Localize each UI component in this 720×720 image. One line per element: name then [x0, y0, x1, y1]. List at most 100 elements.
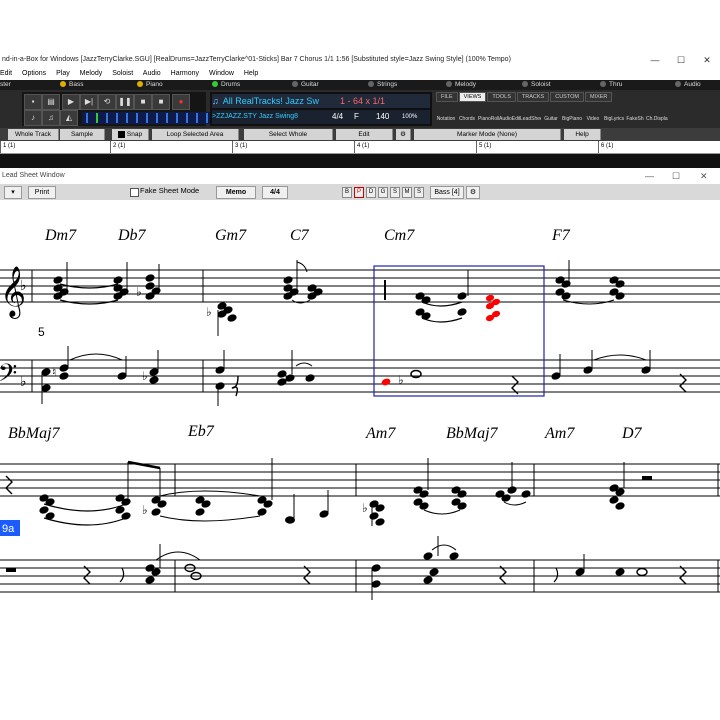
chord-symbol[interactable]: F7 [551, 227, 571, 244]
track-strings[interactable]: Strings [368, 80, 397, 90]
menu-options[interactable]: Options [22, 70, 46, 77]
track-btn-strings[interactable]: S [390, 187, 400, 198]
mic-icon[interactable]: ♪ [24, 110, 42, 126]
track-soloist[interactable]: Soloist [522, 80, 551, 90]
minimize-icon[interactable]: — [642, 52, 668, 68]
track-btn-drums[interactable]: D [366, 187, 376, 198]
play-from-icon[interactable]: ▶| [80, 94, 98, 110]
save-icon[interactable]: ▪ [24, 94, 42, 110]
track-thru[interactable]: Thru [600, 80, 622, 90]
leadsheet-minimize-icon[interactable]: — [645, 168, 654, 184]
menu-melody[interactable]: Melody [80, 70, 103, 77]
track-drums[interactable]: Drums [212, 80, 240, 90]
menu-harmony[interactable]: Harmony [171, 70, 199, 77]
style-line[interactable]: >ZZJAZZ.STY Jazz Swing8 4/4 F 140 100% [212, 110, 430, 124]
metronome-icon[interactable]: ◭ [60, 110, 78, 126]
bigpiano-view-button[interactable]: BigPiano [562, 104, 582, 126]
style-name[interactable]: >ZZJAZZ.STY Jazz Swing8 [212, 113, 298, 120]
chord-symbol[interactable]: Db7 [117, 227, 147, 244]
song-timesig[interactable]: 4/4 [332, 110, 343, 124]
midi-icon[interactable]: ♫ [42, 110, 60, 126]
leadsheet-close-icon[interactable]: ✕ [700, 168, 708, 184]
audioedit-view-button[interactable]: AudioEdit [499, 104, 520, 126]
maximize-icon[interactable]: ☐ [668, 52, 694, 68]
settings-icon[interactable]: ⚙ [396, 129, 411, 140]
snap-button[interactable]: Snap [112, 129, 149, 140]
chord-symbol[interactable]: Am7 [544, 425, 575, 442]
chord-symbol[interactable]: C7 [290, 227, 310, 244]
leadsheet-settings-icon[interactable]: ⚙ [466, 186, 480, 199]
bass-track-selector[interactable]: Bass [4] [430, 186, 464, 199]
leadsheet-maximize-icon[interactable]: ☐ [672, 168, 680, 184]
loop-selected-area-button[interactable]: Loop Selected Area [152, 129, 239, 140]
lead-sheet-score[interactable]: Dm7 Db7 Gm7 C7 Cm7 F7 𝄞 ♭ 5 𝄢 ♭ ♭ ♭ ♮ ♭ … [0, 200, 720, 650]
memo-button[interactable]: Memo [216, 186, 256, 199]
track-btn-melody[interactable]: M [402, 187, 412, 198]
track-guitar[interactable]: Guitar [292, 80, 319, 90]
chord-symbol[interactable]: Am7 [365, 425, 396, 442]
chord-symbol[interactable]: BbMaj7 [8, 425, 61, 442]
chords-view-button[interactable]: Chords [457, 104, 477, 126]
tab-mixer[interactable]: MIXER [584, 92, 613, 102]
pianoroll-view-button[interactable]: PianoRoll [478, 104, 499, 126]
realtracks-label: All RealTracks! Jazz Sw [222, 96, 319, 106]
guitar-view-button[interactable]: Guitar [541, 104, 561, 126]
menu-play[interactable]: Play [56, 70, 70, 77]
tab-tools[interactable]: TOOLS [487, 92, 516, 102]
track-btn-guitar[interactable]: G [378, 187, 388, 198]
leadsheet-view-button[interactable]: LeadSheet [520, 104, 544, 126]
menu-audio[interactable]: Audio [143, 70, 161, 77]
play-icon[interactable]: ▶ [62, 94, 80, 110]
chord-symbol[interactable]: Cm7 [384, 227, 415, 244]
fake-sheet-checkbox[interactable] [130, 188, 139, 197]
print-button[interactable]: Print [28, 186, 56, 199]
tab-file[interactable]: FILE [436, 92, 458, 102]
edit-button[interactable]: Edit [336, 129, 393, 140]
close-icon[interactable]: ✕ [694, 52, 720, 68]
tab-tracks[interactable]: TRACKS [516, 92, 550, 102]
open-icon[interactable]: ▤ [42, 94, 60, 110]
sample-button[interactable]: Sample [60, 129, 105, 140]
song-tempo[interactable]: 140 [376, 110, 389, 124]
tab-custom[interactable]: CUSTOM [550, 92, 584, 102]
song-range[interactable]: 1 - 64 x 1/1 [340, 94, 385, 108]
biglyrics-view-button[interactable]: BigLyrics [604, 104, 624, 126]
tempo-percent[interactable]: 100% [402, 110, 417, 124]
track-piano[interactable]: Piano [137, 80, 163, 90]
track-bass[interactable]: Bass [60, 80, 83, 90]
menu-edit[interactable]: Edit [0, 70, 12, 77]
timeline-ruler[interactable]: 1 (1) 2 (1) 3 (1) 4 (1) 5 (1) 6 (1) [0, 141, 720, 154]
stop-icon[interactable]: ■ [134, 94, 152, 110]
track-btn-piano[interactable]: P [354, 187, 364, 198]
chord-symbol[interactable]: D7 [621, 425, 643, 442]
song-key[interactable]: F [354, 110, 359, 124]
menu-soloist[interactable]: Soloist [112, 70, 133, 77]
chord-symbol[interactable]: Eb7 [187, 423, 215, 440]
fakesheet-view-button[interactable]: FakeSh [625, 104, 645, 126]
track-btn-soloist[interactable]: S [414, 187, 424, 198]
select-whole-button[interactable]: Select Whole [244, 129, 333, 140]
stop-all-icon[interactable]: ■ [152, 94, 170, 110]
timesig-button[interactable]: 4/4 [262, 186, 288, 199]
realtracks-selector[interactable]: ♫ All RealTracks! Jazz Sw 1 - 64 x 1/1 [212, 94, 430, 108]
tab-views[interactable]: VIEWS [458, 92, 487, 102]
help-button[interactable]: Help [564, 129, 601, 140]
track-audio[interactable]: Audio [675, 80, 701, 90]
pause-icon[interactable]: ❚❚ [116, 94, 134, 110]
flat-key-signature-icon: ♭ [20, 374, 27, 390]
chord-display-view-button[interactable]: Ch.Displa [646, 104, 668, 126]
track-btn-bass[interactable]: B [342, 187, 352, 198]
chord-symbol[interactable]: BbMaj7 [446, 425, 499, 442]
whole-track-button[interactable]: Whole Track [8, 129, 59, 140]
track-melody[interactable]: Melody [446, 80, 476, 90]
menu-window[interactable]: Window [209, 70, 234, 77]
menu-help[interactable]: Help [244, 70, 258, 77]
video-view-button[interactable]: Video [583, 104, 603, 126]
loop-icon[interactable]: ⟲ [98, 94, 116, 110]
chord-symbol[interactable]: Gm7 [215, 227, 247, 244]
marker-mode-button[interactable]: Marker Mode (None) [414, 129, 561, 140]
notation-view-button[interactable]: Notation [436, 104, 456, 126]
chord-symbol[interactable]: Dm7 [44, 227, 77, 244]
record-icon[interactable]: ● [172, 94, 190, 110]
leadsheet-menu-icon[interactable]: ▾ [4, 186, 22, 199]
